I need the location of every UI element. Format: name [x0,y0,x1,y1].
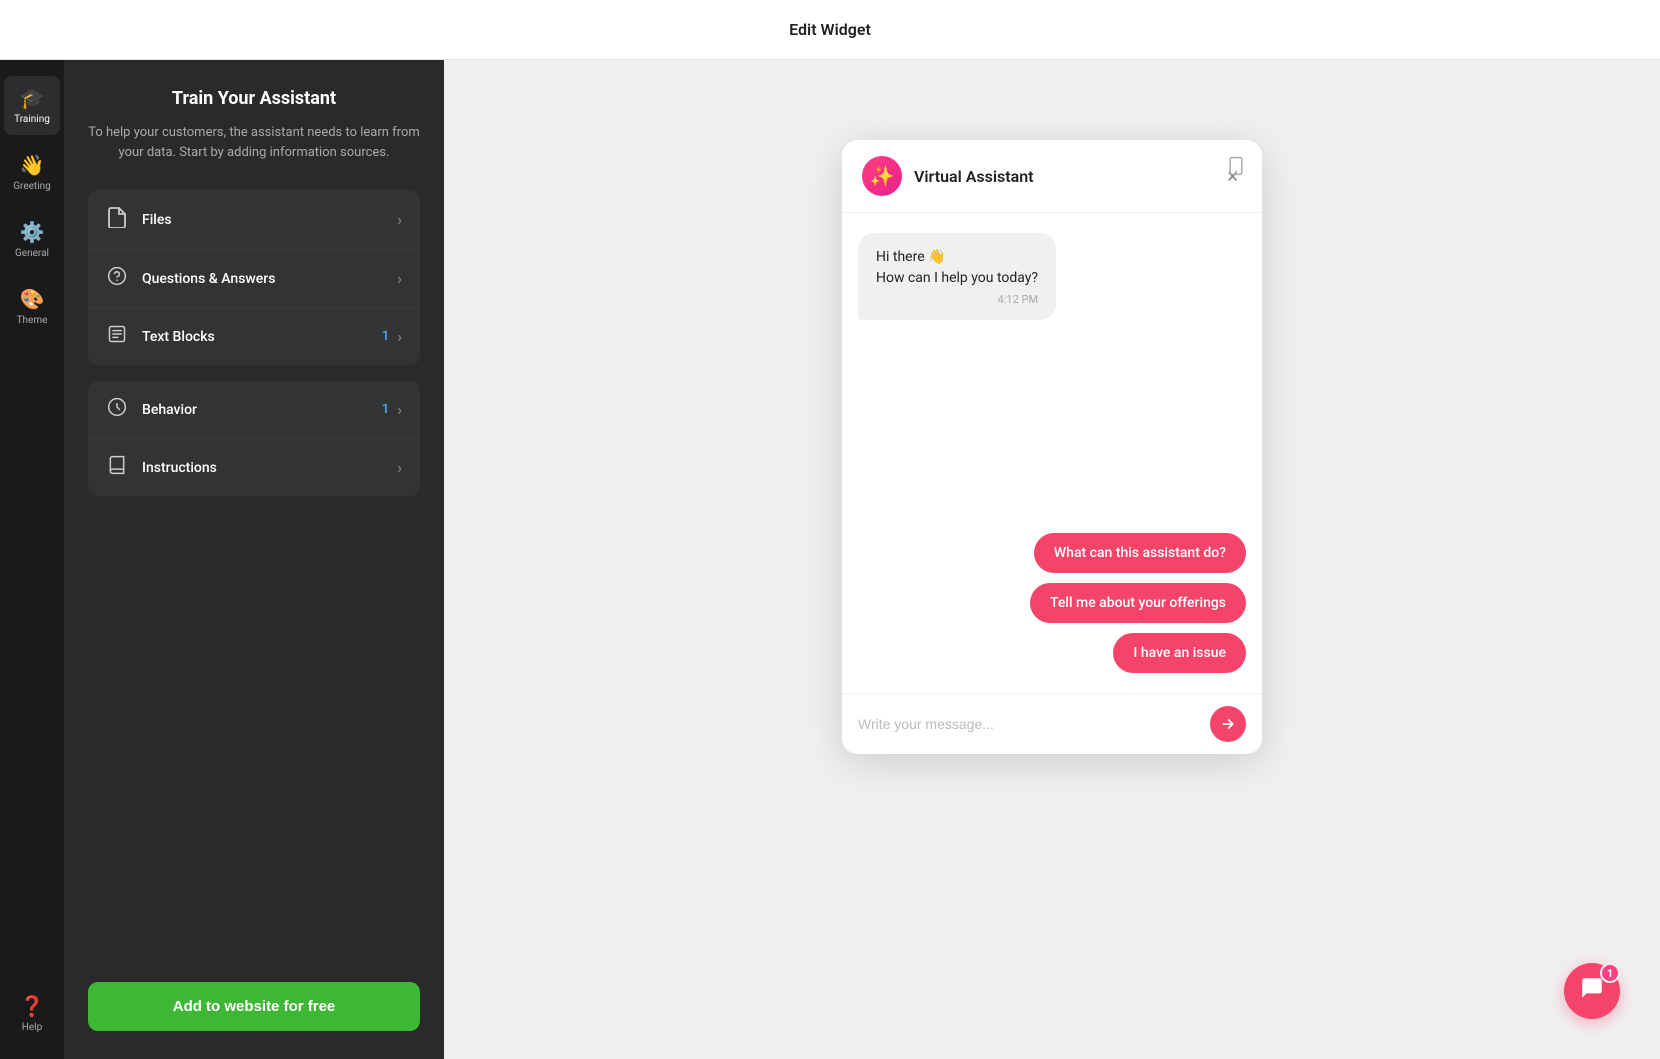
page-title: Edit Widget [789,20,871,39]
instructions-label: Instructions [142,460,389,476]
textblocks-label: Text Blocks [142,329,382,345]
floating-chat-button[interactable]: 1 [1564,963,1620,1019]
training-panel: Train Your Assistant To help your custom… [64,60,444,1059]
content-area: ✨ Virtual Assistant × Hi there 👋How can … [444,60,1660,1059]
help-icon: ❓ [20,994,45,1018]
chat-messages: Hi there 👋How can I help you today? 4:12… [842,213,1262,693]
training-title: Train Your Assistant [88,88,420,109]
textblocks-icon [106,324,128,349]
chip-offerings[interactable]: Tell me about your offerings [1030,583,1246,623]
chip-what-can-do[interactable]: What can this assistant do? [1034,533,1246,573]
chat-input-area [842,693,1262,754]
chat-avatar-icon: ✨ [870,164,895,188]
behavior-label: Behavior [142,402,382,418]
sidebar-item-theme[interactable]: 🎨 Theme [4,277,60,336]
chat-header: ✨ Virtual Assistant × [842,140,1262,213]
menu-group-config: Behavior 1 › Instructions › [88,381,420,496]
instructions-icon [106,455,128,480]
sidebar-item-training[interactable]: 🎓 Training [4,76,60,135]
sidebar-item-greeting-label: Greeting [13,181,51,192]
bot-message: Hi there 👋How can I help you today? 4:12… [858,233,1056,320]
behavior-badge: 1 [382,402,389,417]
training-description: To help your customers, the assistant ne… [88,123,420,162]
icon-sidebar: 🎓 Training 👋 Greeting ⚙️ General 🎨 Theme… [0,60,64,1059]
menu-group-data: Files › Questions & Answers › [88,190,420,365]
suggestion-chips: What can this assistant do? Tell me abou… [858,533,1246,673]
behavior-icon [106,397,128,422]
sidebar-item-help-label: Help [22,1022,42,1033]
files-icon [106,206,128,233]
training-footer: Add to website for free [64,962,444,1059]
qa-label: Questions & Answers [142,271,389,287]
sidebar-item-general[interactable]: ⚙️ General [4,210,60,269]
main-area: 🎓 Training 👋 Greeting ⚙️ General 🎨 Theme… [0,60,1660,1059]
chip-issue[interactable]: I have an issue [1113,633,1246,673]
bot-message-text: Hi there 👋How can I help you today? [876,247,1038,289]
chat-title: Virtual Assistant [914,167,1223,186]
qa-icon [106,266,128,291]
sidebar-item-greeting[interactable]: 👋 Greeting [4,143,60,202]
sidebar-item-general-label: General [15,248,49,259]
add-to-website-button[interactable]: Add to website for free [88,982,420,1031]
general-icon: ⚙️ [20,220,45,244]
sidebar-item-help[interactable]: ❓ Help [4,984,60,1043]
bot-message-time: 4:12 PM [876,293,1038,306]
menu-item-behavior[interactable]: Behavior 1 › [88,381,420,439]
chat-widget: ✨ Virtual Assistant × Hi there 👋How can … [842,140,1262,754]
textblocks-chevron: › [397,327,402,346]
mobile-preview-icon[interactable] [1226,156,1246,181]
textblocks-badge: 1 [382,329,389,344]
menu-item-instructions[interactable]: Instructions › [88,439,420,496]
floating-chat-badge: 1 [1600,963,1620,983]
chat-message-input[interactable] [858,716,1200,732]
qa-chevron: › [397,269,402,288]
files-chevron: › [397,210,402,229]
top-bar: Edit Widget [0,0,1660,60]
files-label: Files [142,212,389,228]
instructions-chevron: › [397,458,402,477]
sidebar-item-theme-label: Theme [17,315,48,326]
chat-avatar: ✨ [862,156,902,196]
send-button[interactable] [1210,706,1246,742]
greeting-icon: 👋 [20,153,45,177]
menu-item-textblocks[interactable]: Text Blocks 1 › [88,308,420,365]
behavior-chevron: › [397,400,402,419]
menu-item-qa[interactable]: Questions & Answers › [88,250,420,308]
menu-item-files[interactable]: Files › [88,190,420,250]
floating-chat-icon [1579,975,1605,1007]
theme-icon: 🎨 [20,287,45,311]
sidebar-item-training-label: Training [14,114,50,125]
training-icon: 🎓 [20,86,45,110]
